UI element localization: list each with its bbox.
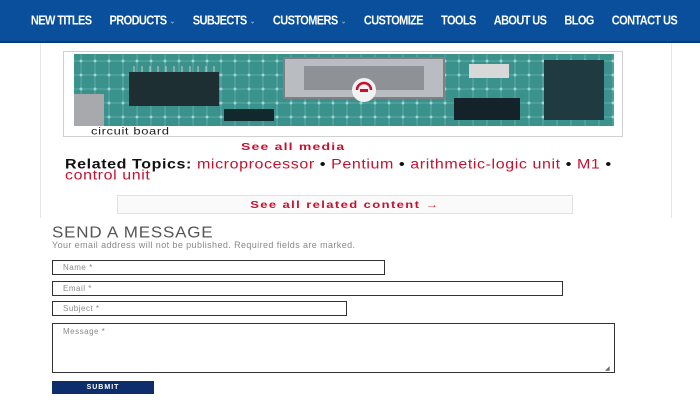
nav-menu: NEW TITLES PRODUCTS ⌄ SUBJECTS ⌄ CUSTOMERS… xyxy=(22,14,686,28)
nav-item-label: CUSTOMERS xyxy=(272,13,338,28)
article-snippet: circuit board See all media Related Topi… xyxy=(40,43,672,218)
form-required-note: Your email address will not be published… xyxy=(52,240,356,250)
email-field[interactable] xyxy=(52,281,563,296)
topic-separator: • xyxy=(319,157,327,172)
circuit-board-picture xyxy=(74,54,614,126)
nav-item-label: TOOLS xyxy=(441,13,476,28)
topic-separator: • xyxy=(399,157,406,172)
nav-item-label: BLOG xyxy=(564,13,594,28)
nav-item-label: PRODUCTS xyxy=(109,13,168,28)
chevron-down-icon: ⌄ xyxy=(340,17,347,26)
nav-item-customize[interactable]: CUSTOMIZE xyxy=(355,14,432,28)
circuit-board-image[interactable] xyxy=(74,54,614,126)
nav-item-label: CONTACT US xyxy=(611,13,678,28)
chevron-down-icon: ⌄ xyxy=(249,17,256,26)
see-all-related-label: See all related content → xyxy=(250,198,440,211)
nav-item-label: NEW TITLES xyxy=(30,13,92,28)
message-field[interactable] xyxy=(52,323,615,373)
topic-link[interactable]: control unit xyxy=(65,168,150,183)
chevron-down-icon: ⌄ xyxy=(169,17,175,26)
nav-item-tools[interactable]: TOOLS xyxy=(432,14,485,28)
topic-link[interactable]: arithmetic-logic unit xyxy=(410,157,560,172)
topic-separator: • xyxy=(605,157,612,172)
nav-item-contact-us[interactable]: CONTACT US xyxy=(603,14,686,28)
top-navigation-bar: NEW TITLES PRODUCTS ⌄ SUBJECTS ⌄ CUSTOMERS… xyxy=(0,0,700,43)
nav-item-subjects[interactable]: SUBJECTS ⌄ xyxy=(184,14,264,28)
nav-item-customers[interactable]: CUSTOMERS ⌄ xyxy=(264,14,355,28)
submit-button[interactable]: SUBMIT xyxy=(52,381,154,394)
nav-item-label: CUSTOMIZE xyxy=(363,13,424,28)
topic-link[interactable]: M1 xyxy=(577,157,600,172)
see-all-media-link[interactable]: See all media xyxy=(241,140,345,152)
resize-handle-icon[interactable]: ◢ xyxy=(605,366,612,372)
nav-item-label: ABOUT US xyxy=(493,13,547,28)
see-all-related-button[interactable]: See all related content → xyxy=(117,195,573,214)
nav-item-label: SUBJECTS xyxy=(192,13,247,28)
nav-item-about-us[interactable]: ABOUT US xyxy=(485,14,556,28)
subject-field[interactable] xyxy=(52,301,347,316)
topic-link[interactable]: Pentium xyxy=(331,157,394,172)
topic-separator: • xyxy=(565,157,572,172)
topic-link[interactable]: microprocessor xyxy=(197,157,315,172)
name-field[interactable] xyxy=(52,260,385,275)
media-caption: circuit board xyxy=(91,125,170,137)
nav-item-products[interactable]: PRODUCTS ⌄ xyxy=(101,14,184,28)
related-topics: Related Topics: microprocessor • Pentium… xyxy=(65,157,625,183)
nav-item-new-titles[interactable]: NEW TITLES xyxy=(22,14,101,28)
nav-item-blog[interactable]: BLOG xyxy=(555,14,602,28)
